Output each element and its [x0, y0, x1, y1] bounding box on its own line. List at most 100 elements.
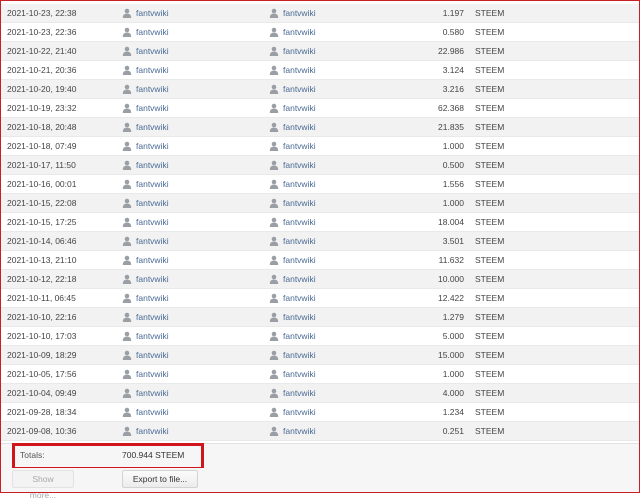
- sender[interactable]: fantvwiki: [122, 426, 169, 436]
- sender[interactable]: fantvwiki: [122, 293, 169, 303]
- sender[interactable]: fantvwiki: [122, 8, 169, 18]
- show-more-button[interactable]: Show more...: [12, 470, 74, 500]
- receiver-link[interactable]: fantvwiki: [283, 388, 316, 398]
- sender-link[interactable]: fantvwiki: [136, 8, 169, 18]
- transfer-currency: STEEM: [475, 350, 505, 360]
- sender-link[interactable]: fantvwiki: [136, 122, 169, 132]
- receiver[interactable]: fantvwiki: [269, 103, 316, 113]
- sender[interactable]: fantvwiki: [122, 407, 169, 417]
- receiver-link[interactable]: fantvwiki: [283, 369, 316, 379]
- receiver-link[interactable]: fantvwiki: [283, 198, 316, 208]
- receiver-link[interactable]: fantvwiki: [283, 274, 316, 284]
- sender-link[interactable]: fantvwiki: [136, 103, 169, 113]
- sender[interactable]: fantvwiki: [122, 160, 169, 170]
- receiver[interactable]: fantvwiki: [269, 331, 316, 341]
- receiver[interactable]: fantvwiki: [269, 388, 316, 398]
- receiver[interactable]: fantvwiki: [269, 255, 316, 265]
- receiver-link[interactable]: fantvwiki: [283, 103, 316, 113]
- sender-link[interactable]: fantvwiki: [136, 84, 169, 94]
- sender[interactable]: fantvwiki: [122, 141, 169, 151]
- receiver[interactable]: fantvwiki: [269, 160, 316, 170]
- sender[interactable]: fantvwiki: [122, 388, 169, 398]
- user-icon: [269, 141, 279, 151]
- sender[interactable]: fantvwiki: [122, 122, 169, 132]
- receiver-link[interactable]: fantvwiki: [283, 255, 316, 265]
- receiver-link[interactable]: fantvwiki: [283, 27, 316, 37]
- receiver[interactable]: fantvwiki: [269, 141, 316, 151]
- sender[interactable]: fantvwiki: [122, 236, 169, 246]
- export-to-file-button[interactable]: Export to file...: [122, 470, 198, 488]
- receiver-link[interactable]: fantvwiki: [283, 84, 316, 94]
- sender[interactable]: fantvwiki: [122, 350, 169, 360]
- sender-link[interactable]: fantvwiki: [136, 46, 169, 56]
- sender-link[interactable]: fantvwiki: [136, 426, 169, 436]
- user-icon: [122, 350, 132, 360]
- receiver[interactable]: fantvwiki: [269, 84, 316, 94]
- transfer-currency: STEEM: [475, 179, 505, 189]
- sender-link[interactable]: fantvwiki: [136, 369, 169, 379]
- receiver[interactable]: fantvwiki: [269, 46, 316, 56]
- receiver[interactable]: fantvwiki: [269, 350, 316, 360]
- receiver-link[interactable]: fantvwiki: [283, 236, 316, 246]
- receiver-link[interactable]: fantvwiki: [283, 122, 316, 132]
- receiver-link[interactable]: fantvwiki: [283, 293, 316, 303]
- sender[interactable]: fantvwiki: [122, 331, 169, 341]
- sender[interactable]: fantvwiki: [122, 369, 169, 379]
- receiver-link[interactable]: fantvwiki: [283, 407, 316, 417]
- sender[interactable]: fantvwiki: [122, 46, 169, 56]
- receiver[interactable]: fantvwiki: [269, 312, 316, 322]
- receiver[interactable]: fantvwiki: [269, 27, 316, 37]
- sender-link[interactable]: fantvwiki: [136, 27, 169, 37]
- sender[interactable]: fantvwiki: [122, 179, 169, 189]
- transfer-amount: 21.835: [438, 122, 464, 132]
- receiver-link[interactable]: fantvwiki: [283, 160, 316, 170]
- receiver-link[interactable]: fantvwiki: [283, 141, 316, 151]
- receiver[interactable]: fantvwiki: [269, 198, 316, 208]
- sender[interactable]: fantvwiki: [122, 65, 169, 75]
- receiver[interactable]: fantvwiki: [269, 407, 316, 417]
- sender-link[interactable]: fantvwiki: [136, 293, 169, 303]
- receiver[interactable]: fantvwiki: [269, 65, 316, 75]
- sender[interactable]: fantvwiki: [122, 27, 169, 37]
- receiver[interactable]: fantvwiki: [269, 122, 316, 132]
- sender-link[interactable]: fantvwiki: [136, 179, 169, 189]
- receiver-link[interactable]: fantvwiki: [283, 331, 316, 341]
- user-icon: [122, 8, 132, 18]
- receiver[interactable]: fantvwiki: [269, 369, 316, 379]
- sender-link[interactable]: fantvwiki: [136, 331, 169, 341]
- sender-link[interactable]: fantvwiki: [136, 217, 169, 227]
- receiver-link[interactable]: fantvwiki: [283, 217, 316, 227]
- receiver-link[interactable]: fantvwiki: [283, 8, 316, 18]
- sender[interactable]: fantvwiki: [122, 274, 169, 284]
- sender-link[interactable]: fantvwiki: [136, 312, 169, 322]
- receiver[interactable]: fantvwiki: [269, 426, 316, 436]
- sender-link[interactable]: fantvwiki: [136, 160, 169, 170]
- sender[interactable]: fantvwiki: [122, 217, 169, 227]
- sender-link[interactable]: fantvwiki: [136, 198, 169, 208]
- sender[interactable]: fantvwiki: [122, 103, 169, 113]
- sender[interactable]: fantvwiki: [122, 198, 169, 208]
- sender-link[interactable]: fantvwiki: [136, 255, 169, 265]
- sender-link[interactable]: fantvwiki: [136, 350, 169, 360]
- sender-link[interactable]: fantvwiki: [136, 65, 169, 75]
- receiver[interactable]: fantvwiki: [269, 293, 316, 303]
- receiver[interactable]: fantvwiki: [269, 179, 316, 189]
- sender-link[interactable]: fantvwiki: [136, 141, 169, 151]
- receiver[interactable]: fantvwiki: [269, 274, 316, 284]
- sender-link[interactable]: fantvwiki: [136, 236, 169, 246]
- receiver-link[interactable]: fantvwiki: [283, 179, 316, 189]
- receiver-link[interactable]: fantvwiki: [283, 46, 316, 56]
- sender-link[interactable]: fantvwiki: [136, 407, 169, 417]
- receiver[interactable]: fantvwiki: [269, 8, 316, 18]
- receiver[interactable]: fantvwiki: [269, 217, 316, 227]
- sender[interactable]: fantvwiki: [122, 84, 169, 94]
- sender[interactable]: fantvwiki: [122, 255, 169, 265]
- receiver-link[interactable]: fantvwiki: [283, 65, 316, 75]
- sender-link[interactable]: fantvwiki: [136, 274, 169, 284]
- sender-link[interactable]: fantvwiki: [136, 388, 169, 398]
- sender[interactable]: fantvwiki: [122, 312, 169, 322]
- receiver-link[interactable]: fantvwiki: [283, 312, 316, 322]
- receiver-link[interactable]: fantvwiki: [283, 350, 316, 360]
- receiver[interactable]: fantvwiki: [269, 236, 316, 246]
- receiver-link[interactable]: fantvwiki: [283, 426, 316, 436]
